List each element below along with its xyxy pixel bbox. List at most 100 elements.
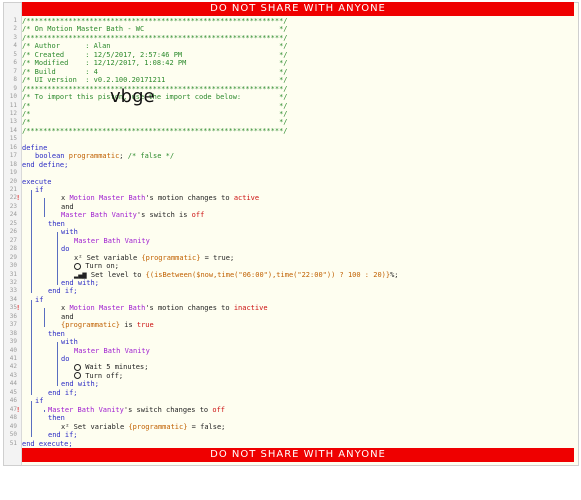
code-line: x² Set variable {programmatic} = true; xyxy=(74,253,235,262)
line-number: 35 xyxy=(9,304,17,312)
line-number: 14 xyxy=(9,126,17,134)
line-number: 51 xyxy=(9,439,17,447)
code-line: Turn on; xyxy=(74,262,119,270)
code-line: Master Bath Vanity's switch changes to o… xyxy=(48,405,226,414)
code-line: end if; xyxy=(48,388,78,397)
code-line: /* On Motion Master Bath - WC */ xyxy=(22,25,288,34)
code-line: end execute; xyxy=(22,439,73,448)
line-number: 45 xyxy=(9,388,17,396)
line-number: 31 xyxy=(9,270,17,278)
line-number: 20 xyxy=(9,177,17,185)
line-number: 29 xyxy=(9,253,17,261)
line-number: 33 xyxy=(9,287,17,295)
warning-icon: ! xyxy=(16,194,21,203)
code-line: /* */ xyxy=(22,109,288,118)
line-number: 23 xyxy=(9,202,17,210)
warning-banner-bottom: DO NOT SHARE WITH ANYONE xyxy=(22,448,574,462)
code-line: {programmatic} is true xyxy=(61,321,154,330)
block-guide xyxy=(31,190,32,294)
code-line: and xyxy=(61,312,74,321)
line-number: 26 xyxy=(9,228,17,236)
block-guide xyxy=(57,342,58,387)
line-number: 34 xyxy=(9,295,17,303)
line-number: 40 xyxy=(9,346,17,354)
code-line: then xyxy=(48,329,65,338)
block-guide xyxy=(44,308,45,328)
line-number: 15 xyxy=(9,135,17,143)
import-code: vbge xyxy=(110,86,155,107)
line-number: 19 xyxy=(9,169,17,177)
code-line: x² Set variable {programmatic} = false; xyxy=(61,422,226,431)
code-line: /* To import this piston, use the import… xyxy=(22,93,288,102)
line-number: 37 xyxy=(9,321,17,329)
code-line: /* Build : 4 */ xyxy=(22,67,288,76)
block-guide xyxy=(31,401,32,438)
line-number: 42 xyxy=(9,363,17,371)
code-line: define xyxy=(22,143,48,152)
code-line: x Motion Master Bath's motion changes to… xyxy=(61,194,260,203)
code-line: /***************************************… xyxy=(22,17,288,25)
code-line: end if; xyxy=(48,287,78,296)
line-number: 9 xyxy=(13,84,17,92)
code-line: then xyxy=(48,219,65,228)
code-line: boolean programmatic; /* false */ xyxy=(35,152,175,161)
warning-icon: ! xyxy=(16,405,21,414)
line-number: 36 xyxy=(9,312,17,320)
code-line: /* UI version : v0.2.100.20171211 */ xyxy=(22,76,288,85)
line-number: 39 xyxy=(9,338,17,346)
code-line: /* Modified : 12/12/2017, 1:08:42 PM */ xyxy=(22,59,288,68)
line-number: 22 xyxy=(9,194,17,202)
code-line: with xyxy=(61,228,78,237)
clock-icon xyxy=(74,363,81,371)
line-number: 27 xyxy=(9,236,17,244)
line-number: 44 xyxy=(9,380,17,388)
code-line: /* Author : Alan */ xyxy=(22,42,288,51)
line-number: 2 xyxy=(13,25,17,33)
code-line: Master Bath Vanity xyxy=(74,346,150,355)
line-number: 49 xyxy=(9,422,17,430)
line-number: 38 xyxy=(9,329,17,337)
code-line: /* */ xyxy=(22,118,288,127)
code-line: execute xyxy=(22,177,52,186)
code-line: Master Bath Vanity xyxy=(74,236,150,245)
code-line: do xyxy=(61,245,70,254)
power-icon xyxy=(74,372,81,380)
line-number: 28 xyxy=(9,245,17,253)
line-number: 48 xyxy=(9,414,17,422)
warning-icon: ! xyxy=(16,304,21,313)
block-guide xyxy=(57,232,58,285)
code-line: and xyxy=(61,202,74,211)
block-guide xyxy=(31,299,32,395)
line-number: 46 xyxy=(9,397,17,405)
code-line: if xyxy=(35,186,44,194)
code-line: end if; xyxy=(48,431,78,440)
line-number: 12 xyxy=(9,109,17,117)
line-number: 17 xyxy=(9,152,17,160)
power-icon xyxy=(74,262,81,270)
code-line: end define; xyxy=(22,160,69,169)
line-number: 5 xyxy=(13,50,17,58)
code-line: if xyxy=(35,397,44,406)
line-number: 3 xyxy=(13,33,17,41)
warning-banner-top: DO NOT SHARE WITH ANYONE xyxy=(22,2,574,16)
line-number: 32 xyxy=(9,278,17,286)
line-number: 24 xyxy=(9,211,17,219)
line-number: 30 xyxy=(9,262,17,270)
line-number: 16 xyxy=(9,143,17,151)
block-guide xyxy=(44,198,45,218)
code-line: Master Bath Vanity's switch is off xyxy=(61,211,205,220)
line-number: 7 xyxy=(13,67,17,75)
line-number: 25 xyxy=(9,219,17,227)
block-guide xyxy=(44,409,45,412)
line-number: 11 xyxy=(9,101,17,109)
code-line: /***************************************… xyxy=(22,126,288,135)
code-line: end with; xyxy=(61,278,99,287)
line-number: 1 xyxy=(13,17,17,24)
code-line: then xyxy=(48,414,65,423)
code-line: /* Created : 12/5/2017, 2:57:46 PM */ xyxy=(22,50,288,59)
code-line: with xyxy=(61,338,78,347)
code-line: /* */ xyxy=(22,101,288,110)
line-number: 18 xyxy=(9,160,17,168)
code-line: if xyxy=(35,295,44,304)
code-line: /***************************************… xyxy=(22,33,288,42)
